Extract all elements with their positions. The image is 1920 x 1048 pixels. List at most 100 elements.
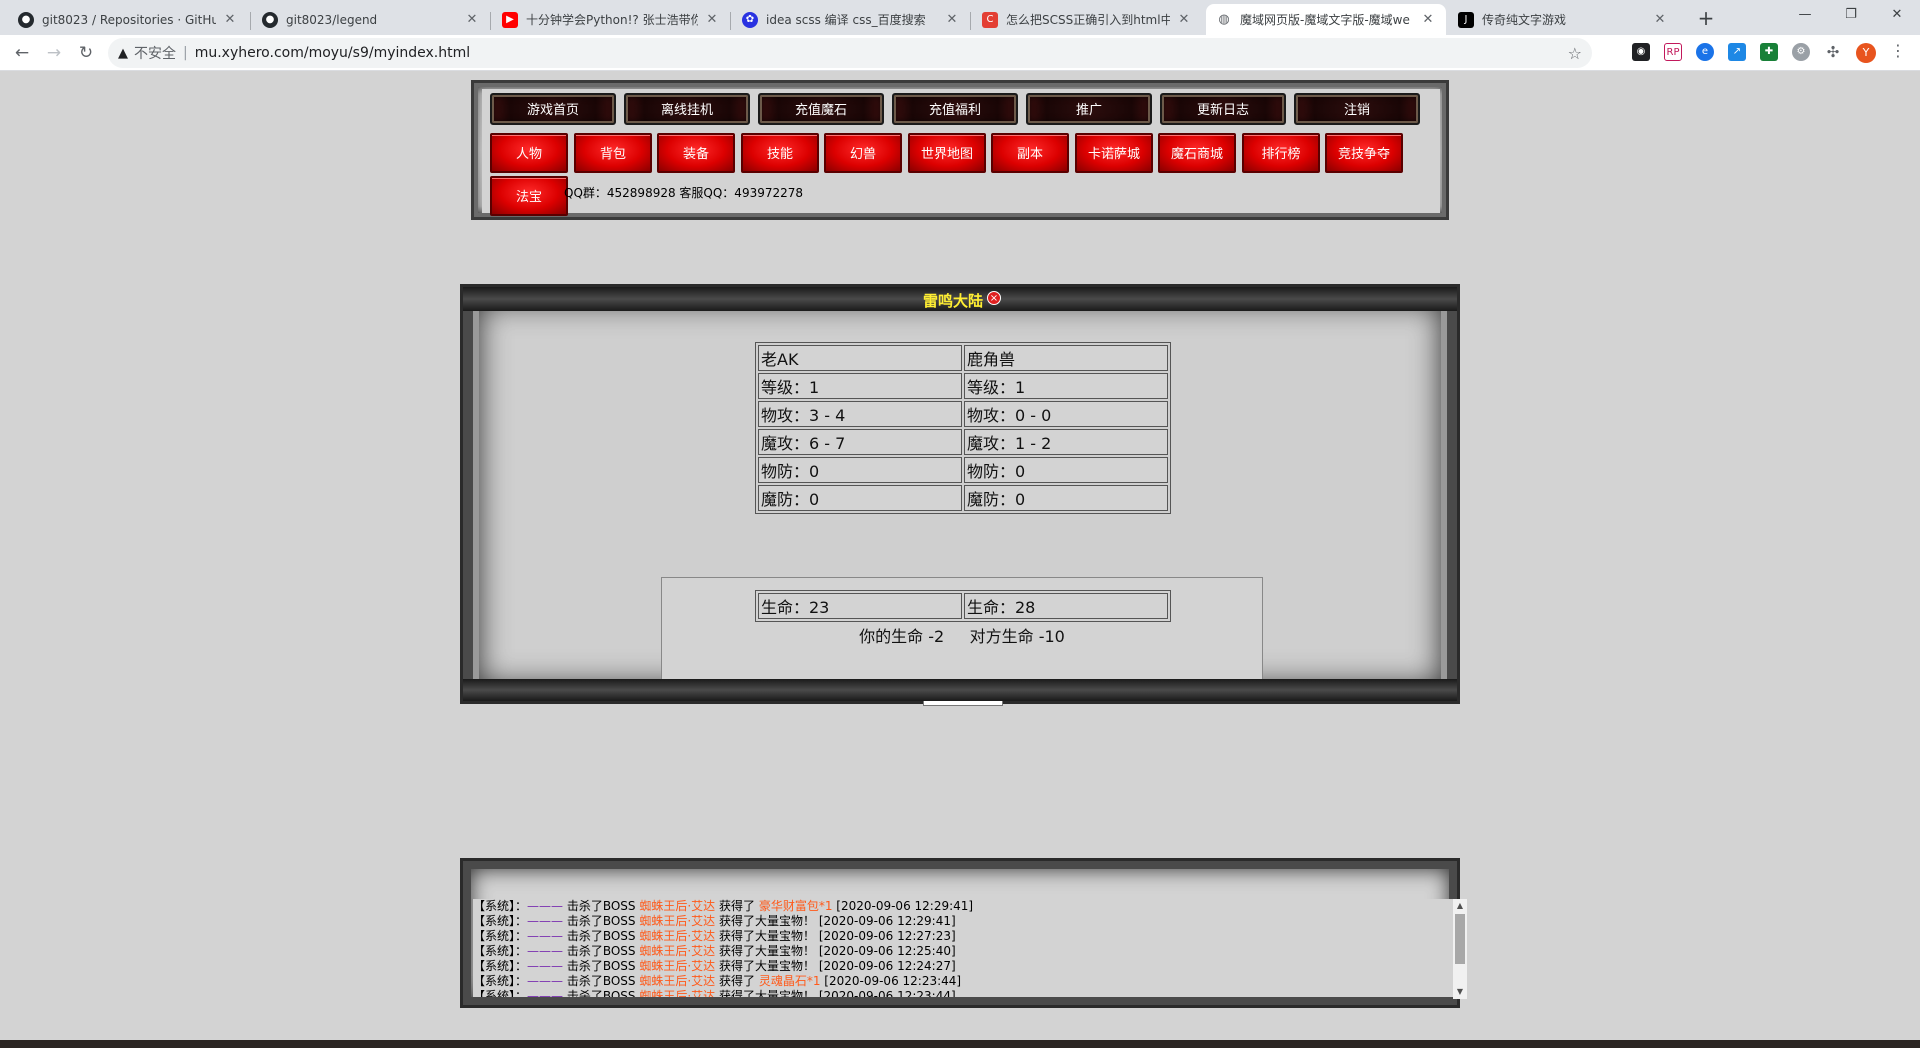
log-player: ——— [527, 959, 564, 973]
extension-icon-4[interactable]: ↗ [1728, 43, 1746, 61]
extension-icon-6[interactable]: ⚙ [1792, 43, 1810, 61]
bookmark-star-icon[interactable]: ☆ [1568, 44, 1582, 63]
log-prefix: 【系统】： [473, 929, 528, 943]
extension-icon-1[interactable]: ◉ [1632, 43, 1650, 61]
browser-toolbar: ← → ↻ ▲ 不安全 | mu.xyhero.com/moyu/s9/myin… [0, 35, 1920, 71]
url-text[interactable]: mu.xyhero.com/moyu/s9/myindex.html [195, 45, 470, 61]
log-prefix: 【系统】： [473, 899, 528, 913]
table-row: 物防：0 物防：0 [758, 457, 1168, 483]
log-text: 击杀了BOSS [563, 944, 640, 958]
log-text: 击杀了BOSS [563, 989, 640, 997]
youtube-icon: ▶ [502, 11, 518, 28]
globe-icon: ◍ [1218, 12, 1230, 27]
treasure-button[interactable]: 法宝 [490, 176, 568, 216]
tab-legend-game[interactable]: J 传奇纯文字游戏 ✕ [1448, 4, 1678, 35]
log-player: ——— [527, 944, 564, 958]
log-text: 击杀了BOSS [563, 914, 640, 928]
extension-icon-3[interactable]: e [1696, 43, 1714, 61]
enemy-level: 等级：1 [964, 373, 1168, 399]
tab-csdn[interactable]: C 怎么把SCSS正确引入到html中_c ✕ [972, 4, 1202, 35]
tab-title: 十分钟学会Python!? 张士浩带你 [526, 13, 698, 27]
tab-baidu[interactable]: ✿ idea scss 编译 css_百度搜索 ✕ [732, 4, 970, 35]
character-button[interactable]: 人物 [490, 133, 568, 173]
enemy-magic-defense: 魔防：0 [964, 485, 1168, 511]
scroll-down-icon[interactable]: ▼ [1453, 985, 1467, 999]
pet-button[interactable]: 幻兽 [824, 133, 902, 173]
close-icon[interactable]: ✕ [222, 12, 238, 27]
system-log-panel: 【系统】：——— 击杀了BOSS 蜘蛛王后·艾达 获得了 豪华财富包*1 [20… [460, 858, 1467, 1008]
baidu-icon: ✿ [742, 11, 758, 28]
nav-offline-button[interactable]: 离线挂机 [624, 93, 750, 125]
table-row: 魔防：0 魔防：0 [758, 485, 1168, 511]
close-icon[interactable]: ✕ [1176, 12, 1192, 27]
close-window-button[interactable]: ✕ [1874, 0, 1920, 30]
log-boss: 蜘蛛王后·艾达 [639, 959, 716, 973]
tab-github-repositories[interactable]: ● git8023 / Repositories · GitHub ✕ [8, 4, 248, 35]
enemy-physical-attack: 物攻：0 - 0 [964, 401, 1168, 427]
equipment-button[interactable]: 装备 [657, 133, 735, 173]
forward-button[interactable]: → [40, 39, 68, 67]
dungeon-button[interactable]: 副本 [991, 133, 1069, 173]
close-icon[interactable]: ✕ [1652, 12, 1668, 27]
close-icon[interactable]: ✕ [464, 12, 480, 27]
scroll-up-icon[interactable]: ▲ [1453, 899, 1467, 913]
new-tab-button[interactable]: + [1692, 5, 1720, 33]
close-icon[interactable]: ✕ [944, 12, 960, 27]
arena-button[interactable]: 竞技争夺 [1325, 133, 1403, 173]
log-text: 击杀了BOSS [563, 929, 640, 943]
log-player: ——— [527, 929, 564, 943]
log-time: [2020-09-06 12:23:44] [818, 989, 956, 997]
scroll-thumb[interactable] [1455, 914, 1465, 964]
tab-title: 怎么把SCSS正确引入到html中_c [1006, 13, 1170, 27]
restore-button[interactable]: ❐ [1828, 0, 1874, 30]
table-row: 老AK 鹿角兽 [758, 345, 1168, 371]
log-boss: 蜘蛛王后·艾达 [639, 899, 716, 913]
github-icon: ● [262, 11, 278, 28]
nav-changelog-button[interactable]: 更新日志 [1160, 93, 1286, 125]
tab-moyu-active[interactable]: ◍ 魔域网页版-魔域文字版-魔域we ✕ [1206, 4, 1446, 35]
warning-icon: ▲ [118, 45, 128, 61]
log-prefix: 【系统】： [473, 914, 528, 928]
log-text: 获得了大量宝物！ [715, 944, 819, 958]
map-title: 雷鸣大陆 [923, 292, 984, 310]
system-log-list[interactable]: 【系统】：——— 击杀了BOSS 蜘蛛王后·艾达 获得了 豪华财富包*1 [20… [473, 899, 1453, 997]
avatar[interactable]: Y [1856, 43, 1876, 63]
nav-home-button[interactable]: 游戏首页 [490, 93, 616, 125]
tab-youtube[interactable]: ▶ 十分钟学会Python!? 张士浩带你 ✕ [492, 4, 730, 35]
table-row: 物攻：3 - 4 物攻：0 - 0 [758, 401, 1168, 427]
close-icon[interactable]: × [987, 291, 1001, 305]
log-scrollbar[interactable]: ▲ ▼ [1453, 899, 1467, 999]
canossa-city-button[interactable]: 卡诺萨城 [1075, 133, 1153, 173]
gem-shop-button[interactable]: 魔石商城 [1158, 133, 1236, 173]
nav-logout-button[interactable]: 注销 [1294, 93, 1420, 125]
nav-bonus-button[interactable]: 充值福利 [892, 93, 1018, 125]
tab-github-legend[interactable]: ● git8023/legend ✕ [252, 4, 490, 35]
ranking-button[interactable]: 排行榜 [1242, 133, 1320, 173]
reload-button[interactable]: ↻ [72, 39, 100, 67]
menu-dots-icon[interactable]: ⋮ [1890, 41, 1906, 60]
close-icon[interactable]: ✕ [1420, 12, 1436, 27]
log-player: ——— [527, 989, 564, 997]
tab-divider [250, 12, 251, 30]
log-boss: 蜘蛛王后·艾达 [639, 929, 716, 943]
extension-icon-2[interactable]: RP [1664, 43, 1682, 61]
tab-title: 魔域网页版-魔域文字版-魔域we [1240, 13, 1410, 27]
extension-icon-5[interactable]: ✚ [1760, 43, 1778, 61]
nav-promote-button[interactable]: 推广 [1026, 93, 1152, 125]
back-button[interactable]: ← [8, 39, 36, 67]
player-life: 生命：23 [758, 593, 962, 619]
close-icon[interactable]: ✕ [704, 12, 720, 27]
minimize-button[interactable]: — [1782, 0, 1828, 30]
jetbrains-icon: J [1458, 11, 1474, 28]
world-map-button[interactable]: 世界地图 [908, 133, 986, 173]
log-text: 获得了大量宝物！ [715, 989, 819, 997]
bag-button[interactable]: 背包 [574, 133, 652, 173]
address-bar[interactable]: ▲ 不安全 | mu.xyhero.com/moyu/s9/myindex.ht… [108, 38, 1592, 68]
nav-recharge-button[interactable]: 充值魔石 [758, 93, 884, 125]
top-nav-row: 游戏首页 离线挂机 充值魔石 充值福利 推广 更新日志 注销 [490, 93, 1420, 125]
log-text: 获得了大量宝物！ [715, 929, 819, 943]
puzzle-icon[interactable]: ✣ [1824, 43, 1842, 61]
skills-button[interactable]: 技能 [741, 133, 819, 173]
log-boss: 蜘蛛王后·艾达 [639, 944, 716, 958]
github-icon: ● [18, 11, 34, 28]
